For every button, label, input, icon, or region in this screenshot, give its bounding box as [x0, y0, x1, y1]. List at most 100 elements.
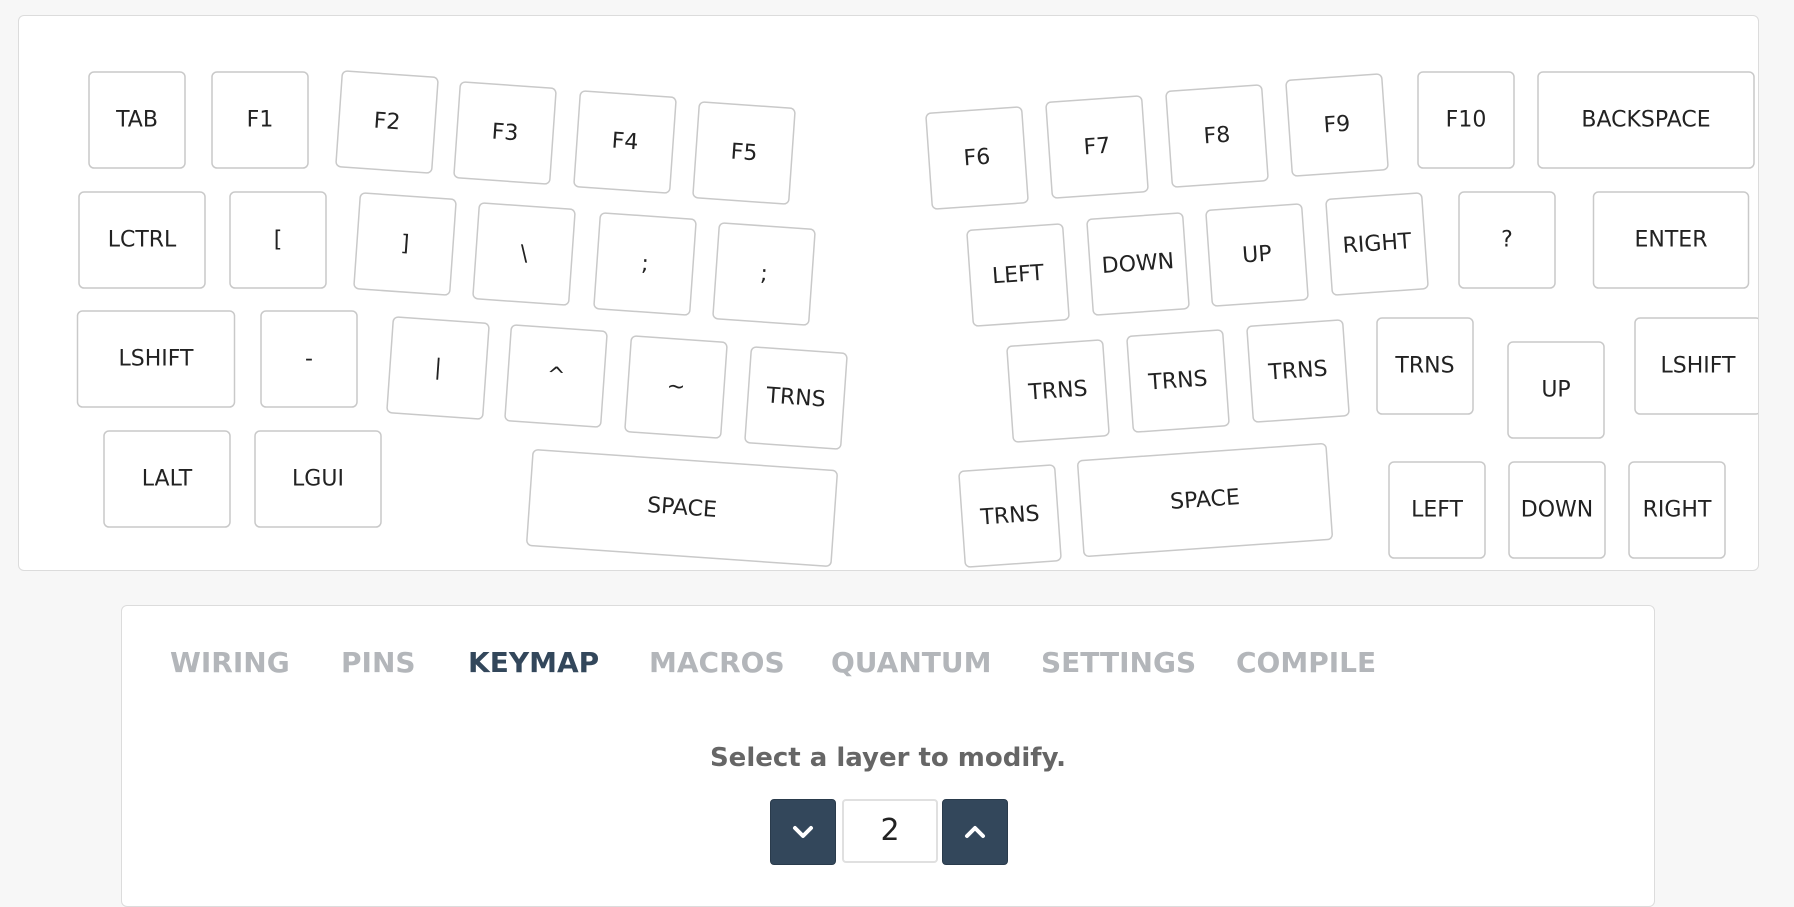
key-left-10-symbol[interactable]: ; [593, 212, 697, 316]
key-label: LCTRL [108, 228, 177, 253]
key-right-7-down[interactable]: DOWN [1086, 212, 1190, 316]
key-left-7-symbol[interactable]: [ [229, 191, 327, 289]
key-right-8-up[interactable]: UP [1205, 203, 1309, 307]
keyboard-svg: TAB F1 F2 F3 F4 F5 LCTRL [] \; ; LSHIFT - | ^ ~ TRNS LAL… [76, 70, 1758, 568]
key-left-18-lalt[interactable]: LALT [103, 430, 231, 528]
key-right-3-f9[interactable]: F9 [1285, 73, 1389, 177]
tab-keymap[interactable]: KEYMAP [468, 646, 599, 679]
key-right-12-trns[interactable]: TRNS [1006, 339, 1110, 443]
key-left-14-symbol[interactable]: | [386, 316, 490, 420]
key-label: LEFT [1411, 498, 1463, 523]
key-left-3-f3[interactable]: F3 [453, 81, 557, 185]
key-label: ] [400, 231, 410, 257]
configuration-panel: WIRING PINS KEYMAP MACROS QUANTUM SETTIN… [121, 605, 1655, 907]
key-left-8-symbol[interactable]: ] [353, 192, 457, 296]
keyboard-layout-panel: TAB F1 F2 F3 F4 F5 LCTRL [] \;; LSHIFT - | ^ ~ TRNS LAL… [18, 15, 1759, 571]
key-label: BACKSPACE [1581, 108, 1710, 133]
key-left-1-f1[interactable]: F1 [211, 71, 309, 169]
key-label: F3 [491, 120, 519, 147]
key-right-22-right[interactable]: RIGHT [1628, 461, 1726, 559]
key-right-1-f7[interactable]: F7 [1045, 95, 1149, 199]
key-right-9-right[interactable]: RIGHT [1325, 192, 1429, 296]
key-left-11-symbol[interactable]: ; [712, 222, 816, 326]
key-label: SPACE [646, 493, 717, 523]
key-label: RIGHT [1342, 229, 1413, 259]
key-label: ? [1501, 228, 1513, 253]
tab-macros[interactable]: MACROS [649, 646, 785, 679]
key-label: LGUI [292, 467, 344, 492]
key-left-9-symbol[interactable]: \ [472, 202, 576, 306]
key-right-2-f8[interactable]: F8 [1165, 84, 1269, 188]
key-left-4-f4[interactable]: F4 [573, 90, 677, 194]
key-label: DOWN [1521, 498, 1593, 523]
key-right-20-left[interactable]: LEFT [1388, 461, 1486, 559]
tab-pins[interactable]: PINS [341, 646, 416, 679]
key-label: LSHIFT [119, 347, 195, 372]
key-label: ENTER [1635, 228, 1708, 253]
tab-settings[interactable]: SETTINGS [1041, 646, 1196, 679]
key-label: F7 [1083, 134, 1111, 161]
key-right-17-lshift[interactable]: LSHIFT [1634, 317, 1758, 415]
key-left-15-symbol[interactable]: ^ [504, 324, 608, 428]
tab-compile[interactable]: COMPILE [1236, 646, 1376, 679]
key-right-4-f10[interactable]: F10 [1417, 71, 1515, 169]
key-right-15-trns[interactable]: TRNS [1376, 317, 1474, 415]
layer-number-input[interactable]: 2 [842, 799, 938, 863]
key-label: F4 [611, 129, 639, 156]
key-label: F5 [730, 140, 758, 167]
key-label: - [305, 347, 313, 372]
key-label: TRNS [1267, 356, 1329, 385]
chevron-down-icon [793, 826, 813, 838]
key-left-16-symbol[interactable]: ~ [624, 335, 728, 439]
layer-increment-button[interactable] [942, 799, 1008, 865]
key-right-13-trns[interactable]: TRNS [1126, 329, 1230, 433]
key-left-17-trns[interactable]: TRNS [744, 346, 848, 450]
key-label: UP [1241, 242, 1272, 269]
layer-decrement-button[interactable] [770, 799, 836, 865]
key-left-5-f5[interactable]: F5 [692, 101, 796, 205]
key-right-0-f6[interactable]: F6 [925, 106, 1029, 210]
key-label: F1 [247, 108, 274, 133]
key-right-11-enter[interactable]: ENTER [1592, 191, 1750, 289]
key-label: TRNS [765, 383, 827, 412]
key-right-6-left[interactable]: LEFT [966, 223, 1070, 327]
key-label: ^ [546, 363, 566, 389]
tab-quantum[interactable]: QUANTUM [831, 646, 991, 679]
key-right-16-up[interactable]: UP [1507, 341, 1605, 439]
key-label: TAB [115, 108, 158, 133]
key-label: RIGHT [1643, 498, 1712, 523]
key-right-21-down[interactable]: DOWN [1508, 461, 1606, 559]
key-right-5-backspace[interactable]: BACKSPACE [1537, 71, 1755, 169]
key-label: TRNS [1394, 354, 1454, 379]
key-label: LALT [142, 467, 193, 492]
key-right-10-symbol[interactable]: ? [1458, 191, 1556, 289]
tab-bar: WIRING PINS KEYMAP MACROS QUANTUM SETTIN… [122, 646, 1654, 686]
key-left-12-lshift[interactable]: LSHIFT [76, 310, 236, 408]
key-label: DOWN [1101, 249, 1175, 279]
key-left-20-space[interactable]: SPACE [526, 449, 838, 567]
key-label: F9 [1323, 112, 1351, 139]
tab-wiring[interactable]: WIRING [170, 646, 290, 679]
key-right-18-trns[interactable]: TRNS [958, 464, 1062, 568]
key-left-19-lgui[interactable]: LGUI [254, 430, 382, 528]
key-left-2-f2[interactable]: F2 [335, 70, 439, 174]
key-label: ~ [666, 374, 686, 400]
layer-select-prompt: Select a layer to modify. [709, 743, 1067, 773]
key-left-0-tab[interactable]: TAB [88, 71, 186, 169]
key-right-19-space[interactable]: SPACE [1077, 443, 1333, 557]
key-left-6-lctrl[interactable]: LCTRL [78, 191, 206, 289]
key-label: LEFT [991, 261, 1045, 290]
key-label: [ [274, 228, 283, 253]
key-label: TRNS [1147, 366, 1209, 395]
chevron-up-icon [965, 826, 985, 838]
key-label: F8 [1203, 123, 1231, 150]
key-label: SPACE [1169, 485, 1240, 515]
key-label: TRNS [979, 501, 1041, 530]
key-left-13-symbol[interactable]: - [260, 310, 358, 408]
key-label: F6 [963, 145, 991, 172]
key-right-14-trns[interactable]: TRNS [1246, 319, 1350, 423]
key-label: F2 [373, 109, 401, 136]
key-label: UP [1541, 378, 1570, 403]
key-label: LSHIFT [1661, 354, 1737, 379]
key-label: TRNS [1027, 376, 1089, 405]
